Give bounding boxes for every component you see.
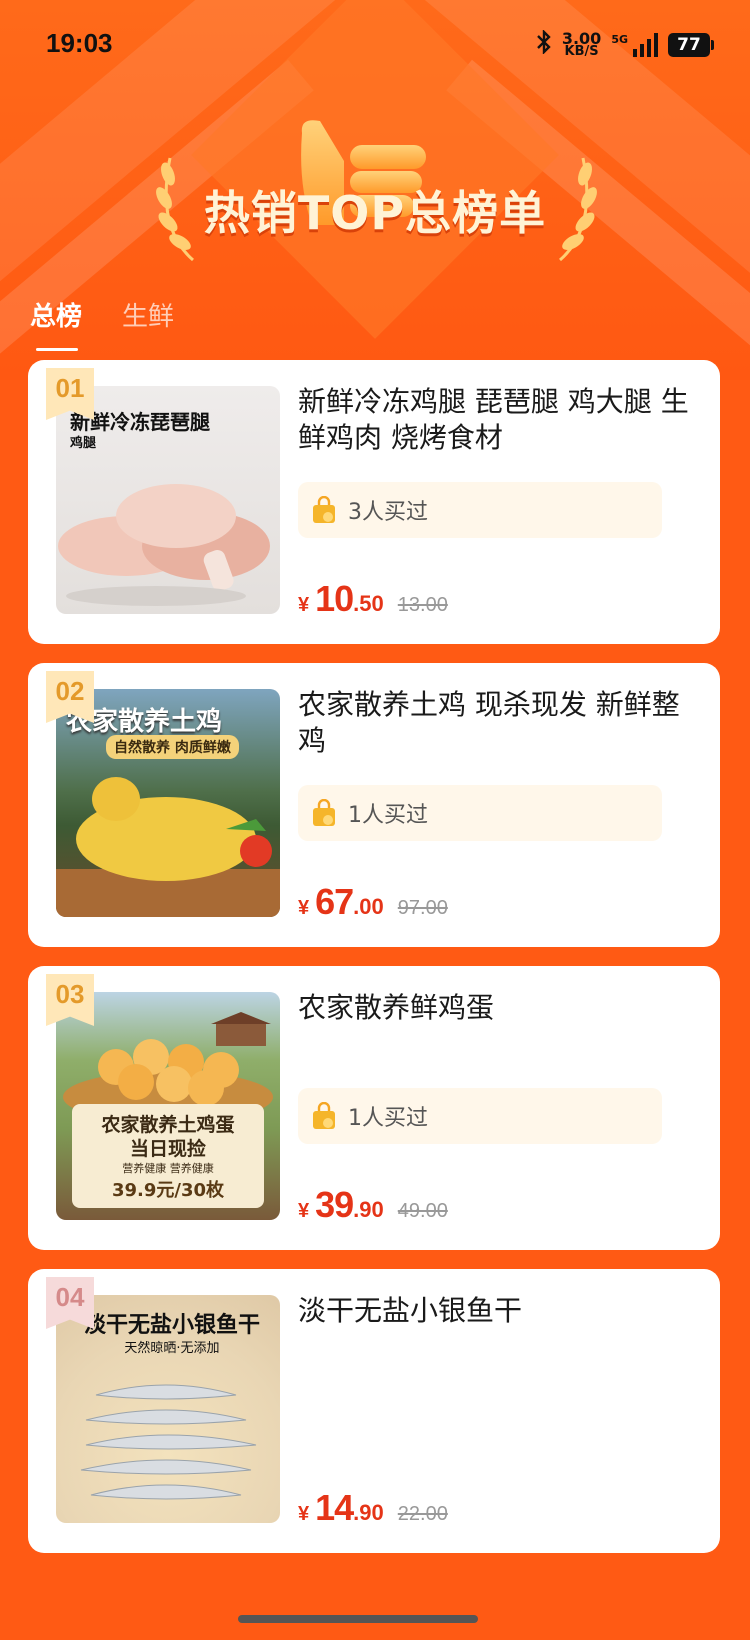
- original-price: 49.00: [397, 1200, 448, 1222]
- buyers-count: 1人买过: [298, 785, 662, 841]
- product-title[interactable]: 新鲜冷冻鸡腿 琵琶腿 鸡大腿 生鲜鸡肉 烧烤食材: [298, 384, 698, 456]
- product-card[interactable]: 01 新鲜冷冻琵琶腿 鸡腿 新鲜冷冻鸡腿 琵琶腿 鸡大腿 生鲜鸡肉 烧烤食材 3…: [28, 360, 720, 644]
- product-image: 淡干无盐小银鱼干 天然晾晒·无添加: [56, 1295, 280, 1523]
- shopping-bag-icon: [313, 496, 335, 523]
- shopping-bag-icon: [313, 1102, 335, 1129]
- status-time: 19:03: [46, 28, 113, 58]
- product-price: ¥ 14 .90 22.00: [298, 1487, 448, 1528]
- product-image: 农家散养土鸡蛋 当日现捡 营养健康 营养健康 39.9元/30枚: [56, 992, 280, 1220]
- product-title[interactable]: 农家散养土鸡 现杀现发 新鲜整鸡: [298, 687, 698, 759]
- tab-overall[interactable]: 总榜: [30, 296, 82, 351]
- network-speed: 3.00 KB/S: [561, 29, 602, 59]
- battery-icon: 77: [668, 33, 714, 57]
- shopping-bag-icon: [313, 799, 335, 826]
- product-price: ¥ 39 .90 49.00: [298, 1184, 448, 1225]
- buyers-count: 1人买过: [298, 1088, 662, 1144]
- page-title: 热销TOP总榜单: [203, 186, 547, 240]
- original-price: 97.00: [397, 897, 448, 919]
- product-card[interactable]: 02 农家散养土鸡 自然散养 肉质鲜嫩 农家散养土鸡 现杀现发 新鲜整鸡 1人买…: [28, 663, 720, 947]
- product-price: ¥ 67 .00 97.00: [298, 881, 448, 922]
- product-title[interactable]: 淡干无盐小银鱼干: [298, 1293, 698, 1329]
- tab-fresh[interactable]: 生鲜: [122, 296, 174, 351]
- status-bar: 19:03 3.00 KB/S 5G 77: [0, 0, 750, 90]
- product-title[interactable]: 农家散养鲜鸡蛋: [298, 990, 698, 1026]
- product-image: 新鲜冷冻琵琶腿 鸡腿: [56, 386, 280, 614]
- bluetooth-icon: [536, 29, 552, 60]
- product-price: ¥ 10 .50 13.00: [298, 578, 448, 619]
- original-price: 13.00: [397, 594, 448, 616]
- cellular-signal-icon: 5G: [611, 33, 658, 57]
- buyers-count: 3人买过: [298, 482, 662, 538]
- product-card[interactable]: 04 淡干无盐小银鱼干 天然晾晒·无添加 淡干无盐小银鱼干 ¥ 14 .90 2…: [28, 1269, 720, 1553]
- category-tabs: 总榜 生鲜: [30, 296, 174, 351]
- product-image: 农家散养土鸡 自然散养 肉质鲜嫩: [56, 689, 280, 917]
- original-price: 22.00: [397, 1503, 448, 1525]
- product-card[interactable]: 03 农家散养土鸡蛋 当日现捡 营养健康 营养健康 39.9元/30枚 农家散养…: [28, 966, 720, 1250]
- home-indicator[interactable]: [238, 1615, 478, 1623]
